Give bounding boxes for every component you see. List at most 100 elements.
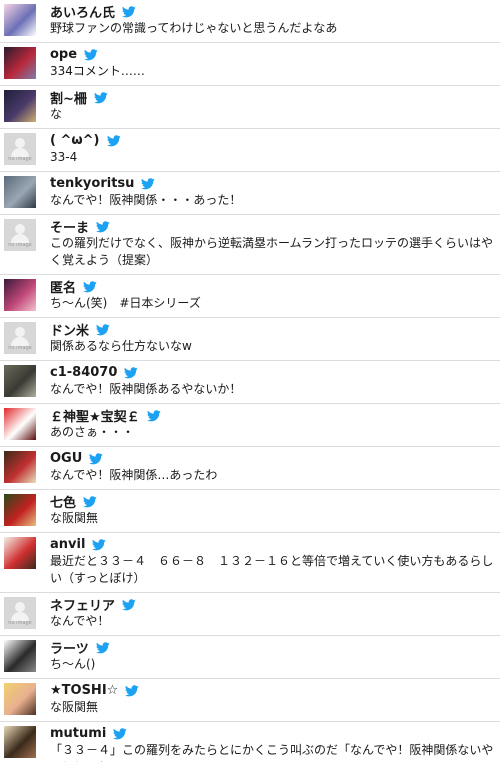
comment-body: ラーツ ち～ん() [50, 639, 496, 678]
twitter-bird-icon[interactable] [122, 5, 136, 18]
comment-text: な [50, 107, 63, 121]
comment-text: なんでや！阪神関係・・・あった！ [50, 193, 242, 207]
user-name-link[interactable]: anvil [50, 537, 85, 552]
comment-header: 匿名 [50, 277, 496, 296]
comment-header: ネフェリア [50, 595, 496, 614]
comment-body: c1-84070 なんでや！阪神関係あるやないか！ [50, 364, 496, 403]
comment-header: ラーツ [50, 638, 496, 657]
comment-header: mutumi [50, 725, 496, 742]
user-avatar-icon[interactable] [4, 683, 36, 715]
user-avatar-icon[interactable] [4, 451, 36, 483]
comment-body: ★TOSHI☆ な阪関無 [50, 682, 496, 721]
comment-text: な阪関無 [50, 511, 99, 525]
comment-header: OGU [50, 450, 496, 467]
comment-header: 割~柵 [50, 88, 496, 107]
comment-text: な阪関無 [50, 700, 99, 714]
user-name-link[interactable]: tenkyoritsu [50, 176, 134, 191]
comment-row: anvil 最近だと３３－４ ６６－８ １３２－１６と等倍で増えていく使い方もある… [0, 533, 500, 593]
comment-text: あのさぁ・・・ [50, 425, 135, 439]
comment-header: そーま [50, 217, 496, 236]
user-avatar-icon[interactable] [4, 365, 36, 397]
twitter-bird-icon[interactable] [146, 409, 161, 422]
user-name-link[interactable]: OGU [50, 451, 82, 466]
user-avatar-icon[interactable] [4, 726, 36, 758]
twitter-bird-icon[interactable] [83, 280, 97, 293]
twitter-bird-icon[interactable] [96, 220, 110, 233]
comment-row: 匿名 ち～ん(笑) #日本シリーズ [0, 275, 500, 318]
comment-body: 匿名 ち～ん(笑) #日本シリーズ [50, 278, 496, 317]
twitter-bird-icon[interactable] [125, 684, 140, 697]
comment-text: 野球ファンの常識ってわけじゃないと思うんだよなあ [50, 21, 338, 35]
no-image-avatar-icon[interactable]: no image [4, 133, 36, 165]
comment-row: mutumi 「３３－４」この羅列をみたらとにかくこう叫ぶのだ「なんでや！阪神関係… [0, 722, 500, 762]
comment-text: ち～ん(笑) #日本シリーズ [50, 296, 201, 310]
twitter-bird-icon[interactable] [93, 91, 108, 104]
twitter-bird-icon[interactable] [95, 641, 110, 654]
twitter-bird-icon[interactable] [92, 538, 107, 551]
user-name-link[interactable]: ￡神聖★宝契￡ [50, 406, 140, 425]
comment-row: 割~柵な [0, 86, 500, 129]
user-avatar-icon[interactable] [4, 279, 36, 311]
twitter-bird-icon[interactable] [113, 727, 128, 740]
comment-text: この羅列だけでなく、阪神から逆転満塁ホームラン打ったロッテの選手くらいはやく覚え… [50, 236, 494, 267]
comment-body: mutumi 「３３－４」この羅列をみたらとにかくこう叫ぶのだ「なんでや！阪神関係… [50, 725, 496, 762]
comment-header: 七色 [50, 492, 496, 511]
comment-row: no image ドン米 関係あるなら仕方ないなw [0, 318, 500, 361]
user-avatar-icon[interactable] [4, 90, 36, 122]
comment-body: anvil 最近だと３３－４ ６６－８ １３２－１６と等倍で増えていく使い方もある… [50, 536, 496, 592]
user-name-link[interactable]: ope [50, 47, 77, 62]
user-name-link[interactable]: c1-84070 [50, 365, 117, 380]
user-avatar-icon[interactable] [4, 47, 36, 79]
user-name-link[interactable]: ( ^ω^) [50, 133, 100, 148]
twitter-bird-icon[interactable] [83, 495, 97, 508]
user-name-link[interactable]: ★TOSHI☆ [50, 683, 118, 698]
comment-feed: あいろん氏 野球ファンの常識ってわけじゃないと思うんだよなあ ope 334コメント…… [0, 0, 500, 762]
comment-text: 33-4 [50, 150, 78, 164]
user-name-link[interactable]: ラーツ [50, 638, 89, 657]
user-avatar-icon[interactable] [4, 176, 36, 208]
twitter-bird-icon[interactable] [89, 452, 104, 465]
comment-row: no image そーま この羅列だけでなく、阪神から逆転満塁ホームラン打ったロッテ… [0, 215, 500, 275]
comment-row: ope 334コメント…… [0, 43, 500, 86]
comment-body: ( ^ω^) 33-4 [50, 132, 496, 171]
comment-row: OGU なんでや！阪神関係…あったわ [0, 447, 500, 490]
user-name-link[interactable]: そーま [50, 217, 89, 236]
user-avatar-icon[interactable] [4, 494, 36, 526]
comment-body: ￡神聖★宝契￡ あのさぁ・・・ [50, 407, 496, 446]
no-image-avatar-icon[interactable]: no image [4, 219, 36, 251]
user-name-link[interactable]: mutumi [50, 726, 106, 741]
comment-header: ★TOSHI☆ [50, 682, 496, 699]
twitter-bird-icon[interactable] [141, 177, 156, 190]
user-avatar-icon[interactable] [4, 640, 36, 672]
comment-text: なんでや！阪神関係あるやないか！ [50, 382, 242, 396]
comment-row: no image ネフェリア なんでや！ [0, 593, 500, 636]
twitter-bird-icon[interactable] [122, 598, 136, 611]
comment-body: ope 334コメント…… [50, 46, 496, 85]
no-image-avatar-icon[interactable]: no image [4, 597, 36, 629]
comment-header: ￡神聖★宝契￡ [50, 406, 496, 425]
user-name-link[interactable]: 割~柵 [50, 88, 87, 107]
user-name-link[interactable]: ドン米 [50, 320, 89, 339]
comment-row: 七色 な阪関無 [0, 490, 500, 533]
user-name-link[interactable]: 七色 [50, 492, 76, 511]
comment-body: OGU なんでや！阪神関係…あったわ [50, 450, 496, 489]
comment-body: 七色 な阪関無 [50, 493, 496, 532]
comment-header: あいろん氏 [50, 2, 496, 21]
comment-text: なんでや！ [50, 614, 110, 628]
user-name-link[interactable]: 匿名 [50, 277, 76, 296]
comment-row: c1-84070 なんでや！阪神関係あるやないか！ [0, 361, 500, 404]
twitter-bird-icon[interactable] [124, 366, 139, 379]
comment-body: ドン米 関係あるなら仕方ないなw [50, 321, 496, 360]
comment-text: 「３３－４」この羅列をみたらとにかくこう叫ぶのだ「なんでや！阪神関係ないやろ！！… [50, 743, 494, 762]
twitter-bird-icon[interactable] [84, 48, 98, 61]
user-avatar-icon[interactable] [4, 408, 36, 440]
twitter-bird-icon[interactable] [106, 134, 121, 147]
no-image-avatar-icon[interactable]: no image [4, 322, 36, 354]
comment-row: あいろん氏 野球ファンの常識ってわけじゃないと思うんだよなあ [0, 0, 500, 43]
twitter-bird-icon[interactable] [96, 323, 110, 336]
user-name-link[interactable]: ネフェリア [50, 595, 115, 614]
comment-row: ★TOSHI☆ な阪関無 [0, 679, 500, 722]
user-name-link[interactable]: あいろん氏 [50, 2, 115, 21]
user-avatar-icon[interactable] [4, 537, 36, 569]
user-avatar-icon[interactable] [4, 4, 36, 36]
